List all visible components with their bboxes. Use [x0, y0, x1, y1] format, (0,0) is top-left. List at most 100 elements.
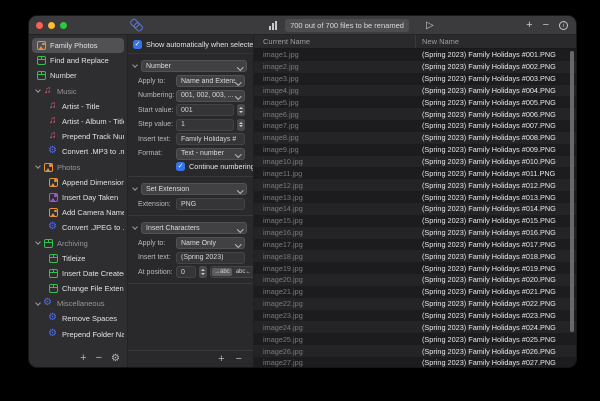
- sidebar-item-artist-title[interactable]: Artist - Title: [32, 99, 124, 114]
- at-position-input[interactable]: 0: [176, 266, 196, 278]
- table-row[interactable]: image2.jpg(Spring 2023) Family Holidays …: [254, 61, 576, 73]
- sidebar-item-number[interactable]: Number: [32, 68, 124, 83]
- table-row[interactable]: image10.jpg(Spring 2023) Family Holidays…: [254, 156, 576, 168]
- sidebar-item-convert-mp3-to-mp3[interactable]: Convert .MP3 to .mp3: [32, 144, 124, 159]
- section-type-select[interactable]: Set Extension: [141, 183, 247, 195]
- minimize-window-button[interactable]: [48, 22, 55, 29]
- insert-direction-segmented-control[interactable]: →abcabc←: [210, 266, 254, 278]
- sidebar-item-change-file-extension[interactable]: Change File Extension: [32, 281, 124, 296]
- table-row[interactable]: image18.jpg(Spring 2023) Family Holidays…: [254, 250, 576, 262]
- sidebar-item-add-camera-name[interactable]: Add Camera Name: [32, 205, 124, 220]
- sidebar-item-family-photos[interactable]: Family Photos: [32, 38, 124, 53]
- table-row[interactable]: image5.jpg(Spring 2023) Family Holidays …: [254, 96, 576, 108]
- chevron-down-icon[interactable]: [35, 239, 41, 245]
- table-row[interactable]: image19.jpg(Spring 2023) Family Holidays…: [254, 262, 576, 274]
- sidebar-item-artist-album-title[interactable]: Artist - Album - Title: [32, 114, 124, 129]
- run-rename-button[interactable]: ▷: [426, 19, 434, 32]
- section-type-select[interactable]: Number: [141, 60, 247, 72]
- table-row[interactable]: image1.jpg(Spring 2023) Family Holidays …: [254, 49, 576, 61]
- statistics-icon[interactable]: [269, 21, 277, 30]
- table-row[interactable]: image22.jpg(Spring 2023) Family Holidays…: [254, 298, 576, 310]
- sidebar-item-find-and-replace[interactable]: Find and Replace: [32, 53, 124, 68]
- table-row[interactable]: image12.jpg(Spring 2023) Family Holidays…: [254, 179, 576, 191]
- column-header-current-name[interactable]: Current Name: [254, 35, 416, 48]
- step-value-input[interactable]: 1: [176, 119, 234, 131]
- gear-icon: [49, 223, 58, 232]
- column-header-new-name[interactable]: New Name: [416, 37, 576, 46]
- apply-to-select[interactable]: Name and Extension: [176, 75, 245, 87]
- sidebar-item-miscellaneous[interactable]: Miscellaneous: [32, 296, 124, 311]
- table-row[interactable]: image15.jpg(Spring 2023) Family Holidays…: [254, 215, 576, 227]
- cell-new-name: (Spring 2023) Family Holidays #017.PNG: [416, 240, 576, 249]
- add-files-button[interactable]: +: [526, 20, 532, 31]
- start-value-input[interactable]: 001: [176, 104, 234, 116]
- segment-abc[interactable]: →abc: [212, 268, 232, 276]
- chevron-down-icon[interactable]: [35, 300, 41, 306]
- close-window-button[interactable]: [36, 22, 43, 29]
- sidebar-item-prepend-folder-name[interactable]: Prepend Folder Name: [32, 327, 124, 342]
- settings-gear-icon[interactable]: ⚙: [111, 353, 120, 364]
- table-row[interactable]: image20.jpg(Spring 2023) Family Holidays…: [254, 274, 576, 286]
- sidebar-item-photos[interactable]: Photos: [32, 160, 124, 175]
- table-row[interactable]: image4.jpg(Spring 2023) Family Holidays …: [254, 85, 576, 97]
- cell-new-name: (Spring 2023) Family Holidays #027.PNG: [416, 358, 576, 367]
- table-row[interactable]: image17.jpg(Spring 2023) Family Holidays…: [254, 239, 576, 251]
- add-preset-button[interactable]: +: [80, 352, 86, 364]
- sidebar-item-titleize[interactable]: Titleize: [32, 251, 124, 266]
- format-select[interactable]: Text - number: [176, 148, 245, 160]
- stepper-control[interactable]: [237, 104, 245, 116]
- section-type-select[interactable]: Insert Characters: [141, 222, 247, 234]
- table-row[interactable]: image8.jpg(Spring 2023) Family Holidays …: [254, 132, 576, 144]
- table-row[interactable]: image25.jpg(Spring 2023) Family Holidays…: [254, 333, 576, 345]
- remove-preset-button[interactable]: −: [96, 352, 102, 364]
- table-row[interactable]: image26.jpg(Spring 2023) Family Holidays…: [254, 345, 576, 357]
- table-row[interactable]: image21.jpg(Spring 2023) Family Holidays…: [254, 286, 576, 298]
- remove-action-button[interactable]: −: [236, 353, 242, 365]
- sidebar-item-insert-day-taken[interactable]: Insert Day Taken: [32, 190, 124, 205]
- table-row[interactable]: image3.jpg(Spring 2023) Family Holidays …: [254, 73, 576, 85]
- table-row[interactable]: image13.jpg(Spring 2023) Family Holidays…: [254, 191, 576, 203]
- table-row[interactable]: image9.jpg(Spring 2023) Family Holidays …: [254, 144, 576, 156]
- sidebar-item-prepend-track-number[interactable]: Prepend Track Number: [32, 129, 124, 144]
- sidebar-item-music[interactable]: Music: [32, 84, 124, 99]
- table-row[interactable]: image23.jpg(Spring 2023) Family Holidays…: [254, 310, 576, 322]
- table-row[interactable]: image16.jpg(Spring 2023) Family Holidays…: [254, 227, 576, 239]
- chevron-down-icon[interactable]: [35, 87, 41, 93]
- table-row[interactable]: image6.jpg(Spring 2023) Family Holidays …: [254, 108, 576, 120]
- sidebar-item-archiving[interactable]: Archiving: [32, 235, 124, 250]
- insert-text-input[interactable]: Family Holidays #: [176, 133, 245, 145]
- sidebar-item-append-dimensions[interactable]: Append Dimensions: [32, 175, 124, 190]
- sidebar-item-insert-date-created[interactable]: Insert Date Created: [32, 266, 124, 281]
- cell-current-name: image24.jpg: [254, 323, 416, 332]
- table-row[interactable]: image7.jpg(Spring 2023) Family Holidays …: [254, 120, 576, 132]
- section-header-set-extension: Set Extension: [133, 183, 247, 195]
- stepper-up-icon: [201, 269, 205, 271]
- info-button[interactable]: i: [559, 21, 568, 30]
- numbering-select[interactable]: 001, 002, 003, ...: [176, 90, 245, 102]
- vertical-scrollbar[interactable]: [570, 51, 574, 332]
- chevron-down-icon[interactable]: [132, 185, 138, 191]
- extension-input[interactable]: PNG: [176, 198, 245, 210]
- table-row[interactable]: image27.jpg(Spring 2023) Family Holidays…: [254, 357, 576, 367]
- continue-numbering-checkbox[interactable]: ✓: [176, 162, 185, 171]
- apply-to-select[interactable]: Name Only: [176, 237, 245, 249]
- chevron-down-icon[interactable]: [132, 62, 138, 68]
- remove-files-button[interactable]: −: [543, 20, 549, 31]
- insert-text-input[interactable]: (Spring 2023): [176, 252, 245, 264]
- chevron-down-icon[interactable]: [132, 224, 138, 230]
- show-automatically-checkbox[interactable]: ✓: [133, 40, 142, 49]
- cell-current-name: image1.jpg: [254, 50, 416, 59]
- sidebar-item-remove-spaces[interactable]: Remove Spaces: [32, 311, 124, 326]
- stepper-control[interactable]: [199, 266, 207, 278]
- table-row[interactable]: image14.jpg(Spring 2023) Family Holidays…: [254, 203, 576, 215]
- presets-sidebar: Family PhotosFind and ReplaceNumberMusic…: [29, 35, 128, 367]
- zoom-window-button[interactable]: [60, 22, 67, 29]
- sidebar-item-convert-jpeg-to-jpg[interactable]: Convert .JPEG to .jpg: [32, 220, 124, 235]
- table-row[interactable]: image24.jpg(Spring 2023) Family Holidays…: [254, 321, 576, 333]
- segment-abc[interactable]: abc←: [233, 267, 254, 277]
- link-icon[interactable]: [128, 18, 144, 34]
- add-action-button[interactable]: +: [218, 353, 224, 365]
- stepper-control[interactable]: [237, 119, 245, 131]
- chevron-down-icon[interactable]: [35, 163, 41, 169]
- table-row[interactable]: image11.jpg(Spring 2023) Family Holidays…: [254, 167, 576, 179]
